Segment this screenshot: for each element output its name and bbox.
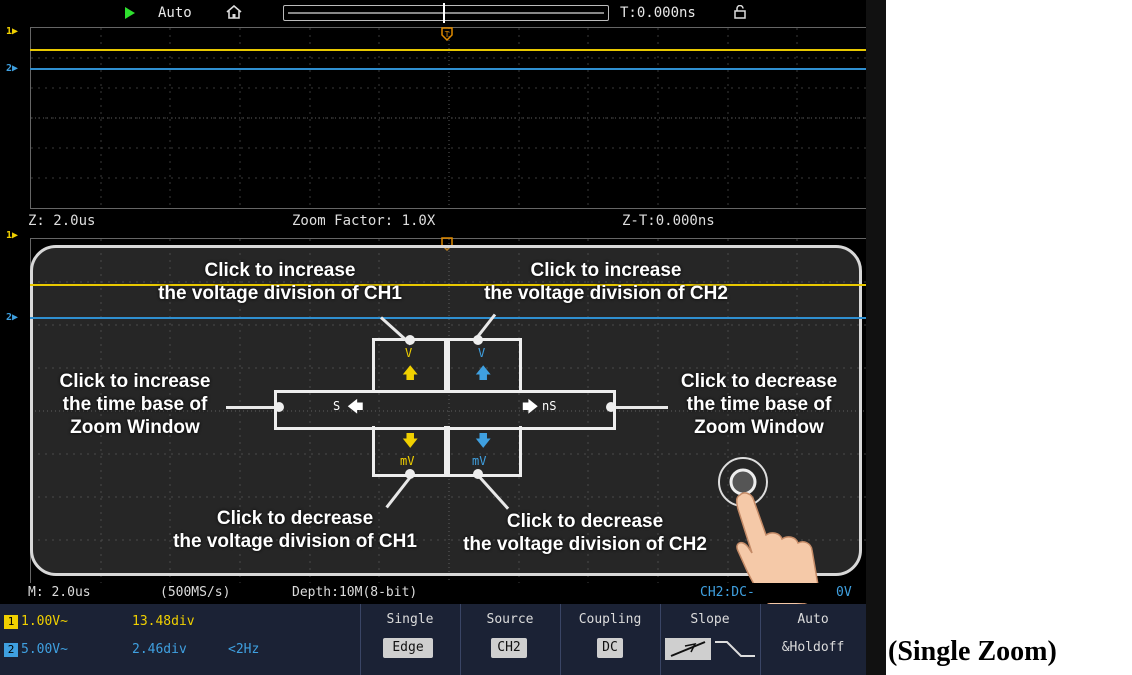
pointer-dot-tb-inc bbox=[274, 402, 284, 412]
trigger-info: CH2:DC- bbox=[700, 585, 755, 600]
top-status-bar: Auto T:0.000ns bbox=[0, 0, 886, 26]
ch1-info-row[interactable]: 1 1.00V~ 13.48div bbox=[4, 612, 195, 632]
acquisition-status-bar: M: 2.0us (500MS/s) Depth:10M(8-bit) CH2:… bbox=[0, 583, 866, 603]
sample-rate: (500MS/s) bbox=[160, 585, 231, 600]
main-waveform-window[interactable] bbox=[30, 27, 868, 209]
svg-text:T: T bbox=[445, 30, 450, 39]
zoom-factor: Zoom Factor: 1.0X bbox=[292, 213, 436, 229]
ch2-trace-zoom bbox=[30, 317, 866, 319]
right-edge-strip bbox=[866, 0, 886, 675]
run-state-label: Auto bbox=[158, 5, 192, 21]
ch2-marker-zoom[interactable]: 2▶ bbox=[6, 312, 28, 324]
timebase-decrease-annotation: Click to decrease the time base of Zoom Wi… bbox=[680, 371, 838, 438]
trigger-time: T:0.000ns bbox=[620, 5, 696, 21]
ch2-decrease-annotation: Click to decrease the voltage division of… bbox=[463, 511, 707, 555]
ch1-volt-up-arrow-icon[interactable]: 🡅 bbox=[402, 362, 418, 389]
bottom-menu: 1 1.00V~ 13.48div 2 5.00V~ 2.46div <2Hz Si… bbox=[0, 604, 866, 675]
oscilloscope-screen: Auto T:0.000ns 1▶ 2▶ T Z: 2.0us Zoom Fac… bbox=[0, 0, 886, 675]
ch2-position: 2.46div bbox=[132, 642, 187, 657]
timeline-bar[interactable] bbox=[283, 3, 609, 23]
timebase-left-arrow-icon[interactable]: 🡄 bbox=[347, 396, 364, 423]
lock-icon bbox=[734, 5, 746, 19]
pointer-dot-ch2-inc bbox=[473, 335, 483, 345]
ch2-volt-down-arrow-icon[interactable]: 🡇 bbox=[475, 430, 491, 457]
zoom-trigger-time: Z-T:0.000ns bbox=[622, 213, 715, 229]
ch1-volt-down-label: mV bbox=[400, 454, 415, 468]
ch1-marker-zoom[interactable]: 1▶ bbox=[6, 230, 28, 242]
home-icon[interactable] bbox=[226, 5, 242, 19]
timebase-ns-label: nS bbox=[542, 399, 557, 413]
timebase-s-label: S bbox=[333, 399, 341, 413]
trigger-position-marker-main: T bbox=[441, 27, 453, 41]
trigger-level: 0V bbox=[836, 585, 852, 600]
zoom-info-bar: Z: 2.0us Zoom Factor: 1.0X Z-T:0.000ns bbox=[0, 208, 866, 236]
ch2-volt-up-arrow-icon[interactable]: 🡅 bbox=[475, 362, 491, 389]
ch2-volt-up-label: V bbox=[478, 346, 486, 360]
trigger-coupling-button[interactable]: Coupling DC bbox=[560, 604, 659, 675]
timeline-position-marker bbox=[443, 3, 449, 23]
ch2-info-row[interactable]: 2 5.00V~ 2.46div <2Hz bbox=[4, 640, 259, 660]
ch2-frequency: <2Hz bbox=[228, 642, 260, 657]
ch1-badge: 1 bbox=[4, 615, 18, 629]
main-timebase: M: 2.0us bbox=[28, 585, 91, 600]
pointer-dot-ch1-dec bbox=[405, 469, 415, 479]
pointer-dot-tb-dec bbox=[606, 402, 616, 412]
ch1-increase-annotation: Click to increase the voltage division of… bbox=[158, 260, 402, 304]
ch1-volt-up-label: V bbox=[405, 346, 413, 360]
timebase-increase-annotation: Click to increase the time base of Zoom Wi… bbox=[59, 371, 211, 438]
zoom-timebase: Z: 2.0us bbox=[28, 213, 96, 229]
ch2-badge: 2 bbox=[4, 643, 18, 657]
ch1-volt-down-arrow-icon[interactable]: 🡇 bbox=[402, 430, 418, 457]
ch1-position: 13.48div bbox=[132, 614, 195, 629]
timebase-control-bar[interactable] bbox=[274, 390, 616, 430]
pointer-line-tb-dec bbox=[612, 406, 668, 409]
ch2-trace-main bbox=[30, 68, 866, 70]
ch2-increase-annotation: Click to increase the voltage division of… bbox=[484, 260, 728, 304]
channel-info-block: 1 1.00V~ 13.48div 2 5.00V~ 2.46div <2Hz bbox=[0, 604, 360, 675]
trigger-type-button[interactable]: Single Edge bbox=[360, 604, 459, 675]
trigger-source-button[interactable]: Source CH2 bbox=[460, 604, 559, 675]
main-graticule bbox=[31, 28, 867, 208]
trigger-slope-button[interactable]: Slope bbox=[660, 604, 759, 675]
ch2-marker-main[interactable]: 2▶ bbox=[6, 63, 28, 75]
ch1-decrease-annotation: Click to decrease the voltage division of… bbox=[173, 508, 417, 552]
figure-caption: (Single Zoom) bbox=[888, 636, 1057, 667]
ch1-marker-main[interactable]: 1▶ bbox=[6, 26, 28, 38]
auto-holdoff-button[interactable]: Auto &Holdoff bbox=[760, 604, 865, 675]
run-icon[interactable] bbox=[125, 7, 135, 19]
ch2-scale: 5.00V~ bbox=[21, 642, 68, 657]
rising-edge-icon bbox=[665, 638, 711, 660]
memory-depth: Depth:10M(8-bit) bbox=[292, 585, 418, 600]
ch1-trace-main bbox=[30, 49, 866, 51]
ch2-volt-down-label: mV bbox=[472, 454, 487, 468]
pointer-dot-ch2-dec bbox=[473, 469, 483, 479]
pointer-line-tb-inc bbox=[226, 406, 280, 409]
ch1-scale: 1.00V~ bbox=[21, 614, 68, 629]
timebase-right-arrow-icon[interactable]: 🡆 bbox=[522, 396, 539, 423]
falling-edge-icon bbox=[715, 641, 755, 657]
pointer-dot-ch1-inc bbox=[405, 335, 415, 345]
